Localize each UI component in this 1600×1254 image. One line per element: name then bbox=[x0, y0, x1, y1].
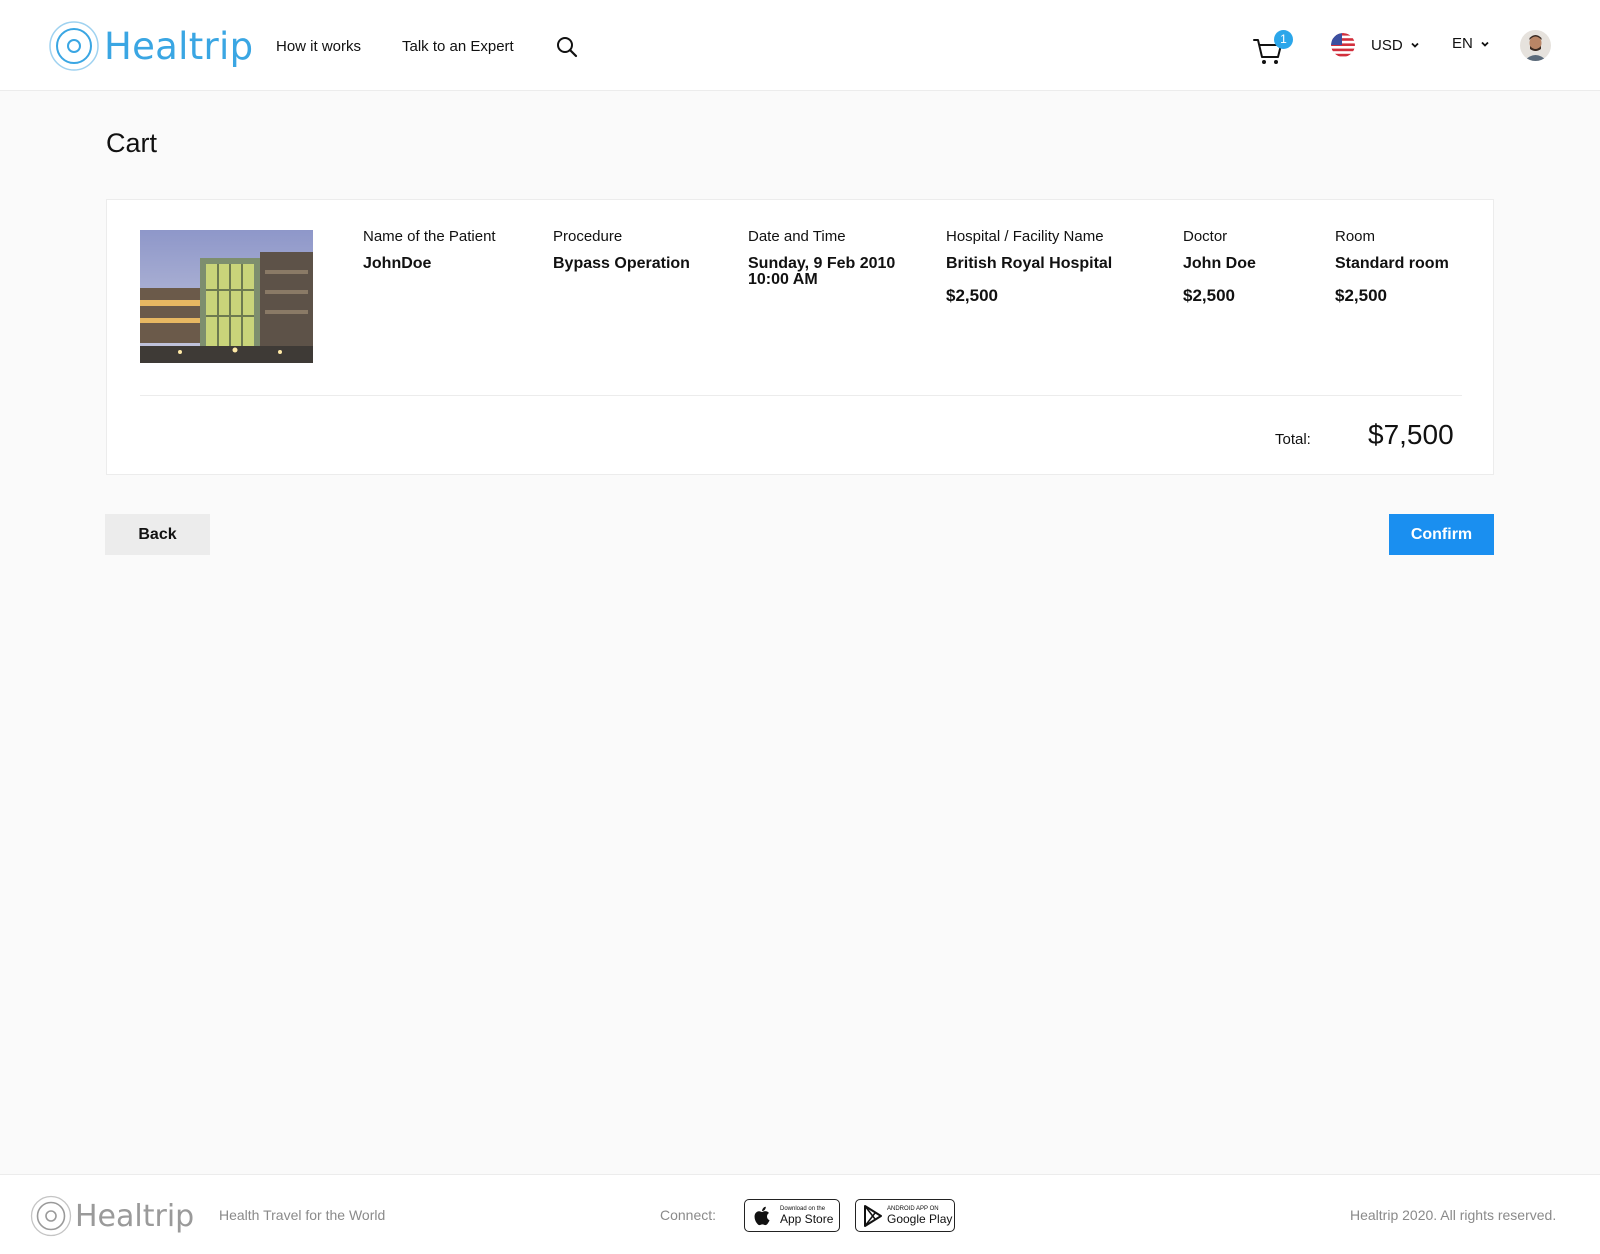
healtrip-logo[interactable]: Healtrip bbox=[48, 20, 253, 72]
us-flag-icon bbox=[1331, 33, 1355, 57]
logo-text: Healtrip bbox=[104, 24, 254, 68]
nav-talk-to-expert[interactable]: Talk to an Expert bbox=[402, 38, 514, 55]
doctor-price: $2,500 bbox=[1183, 286, 1235, 305]
hospital-value: British Royal Hospital bbox=[946, 255, 1113, 272]
procedure-label: Procedure bbox=[553, 228, 623, 245]
card-divider bbox=[140, 395, 1462, 396]
app-store-button[interactable]: Download on the App Store bbox=[744, 1199, 840, 1232]
time-value: 10:00 AM bbox=[748, 271, 818, 288]
currency-label: USD bbox=[1371, 36, 1403, 54]
footer: Healtrip Health Travel for the World Con… bbox=[0, 1174, 1600, 1254]
search-icon[interactable] bbox=[556, 36, 578, 58]
col-room: Room Standard room $2,500 bbox=[1335, 228, 1449, 306]
room-value: Standard room bbox=[1335, 255, 1449, 272]
logo-mark-icon bbox=[49, 21, 99, 71]
col-patient: Name of the Patient JohnDoe bbox=[363, 228, 496, 272]
footer-tagline: Health Travel for the World bbox=[219, 1207, 386, 1223]
apple-icon bbox=[754, 1206, 770, 1225]
col-datetime: Date and Time Sunday, 9 Feb 2010 10:00 A… bbox=[748, 228, 895, 288]
footer-logo[interactable]: Healtrip bbox=[30, 1195, 194, 1237]
connect-label: Connect: bbox=[660, 1207, 717, 1223]
hospital-thumbnail bbox=[140, 230, 313, 363]
doctor-value: John Doe bbox=[1183, 255, 1256, 272]
language-selector[interactable]: EN bbox=[1452, 35, 1490, 52]
chevron-down-icon bbox=[1481, 41, 1489, 47]
hospital-label: Hospital / Facility Name bbox=[946, 228, 1104, 245]
total-label: Total: bbox=[1275, 431, 1311, 448]
app-store-big-text: App Store bbox=[780, 1211, 834, 1226]
col-hospital: Hospital / Facility Name British Royal H… bbox=[946, 228, 1112, 306]
copyright-text: Healtrip 2020. All rights reserved. bbox=[1350, 1207, 1557, 1223]
back-button[interactable]: Back bbox=[105, 514, 210, 555]
confirm-button[interactable]: Confirm bbox=[1389, 514, 1494, 555]
datetime-label: Date and Time bbox=[748, 228, 846, 245]
patient-label: Name of the Patient bbox=[363, 228, 496, 245]
chevron-down-icon bbox=[1411, 42, 1419, 48]
footer-logo-text: Healtrip bbox=[75, 1198, 195, 1234]
page-title: Cart bbox=[106, 128, 158, 158]
col-doctor: Doctor John Doe $2,500 bbox=[1183, 228, 1256, 306]
cart-button[interactable]: 1 bbox=[1252, 30, 1293, 66]
user-avatar[interactable] bbox=[1520, 30, 1551, 61]
room-label: Room bbox=[1335, 228, 1376, 245]
google-play-icon bbox=[864, 1204, 882, 1227]
col-procedure: Procedure Bypass Operation bbox=[553, 228, 690, 272]
currency-selector[interactable]: USD bbox=[1331, 33, 1420, 57]
footer-logo-mark-icon bbox=[30, 1195, 72, 1237]
total-value: $7,500 bbox=[1368, 419, 1454, 450]
cart-count-badge: 1 bbox=[1274, 30, 1293, 49]
hospital-price: $2,500 bbox=[946, 286, 998, 305]
procedure-value: Bypass Operation bbox=[553, 255, 690, 272]
room-price: $2,500 bbox=[1335, 286, 1387, 305]
top-header: Healtrip How it works Talk to an Expert … bbox=[0, 0, 1600, 91]
google-play-button[interactable]: ANDROID APP ON Google Play bbox=[855, 1199, 955, 1232]
doctor-label: Doctor bbox=[1183, 228, 1228, 245]
nav-how-it-works[interactable]: How it works bbox=[276, 38, 361, 55]
language-label: EN bbox=[1452, 35, 1473, 52]
google-play-big-text: Google Play bbox=[887, 1211, 953, 1226]
date-value: Sunday, 9 Feb 2010 bbox=[748, 255, 896, 272]
patient-value: JohnDoe bbox=[363, 255, 432, 272]
cart-item-card: Name of the Patient JohnDoe Procedure By… bbox=[106, 199, 1494, 475]
